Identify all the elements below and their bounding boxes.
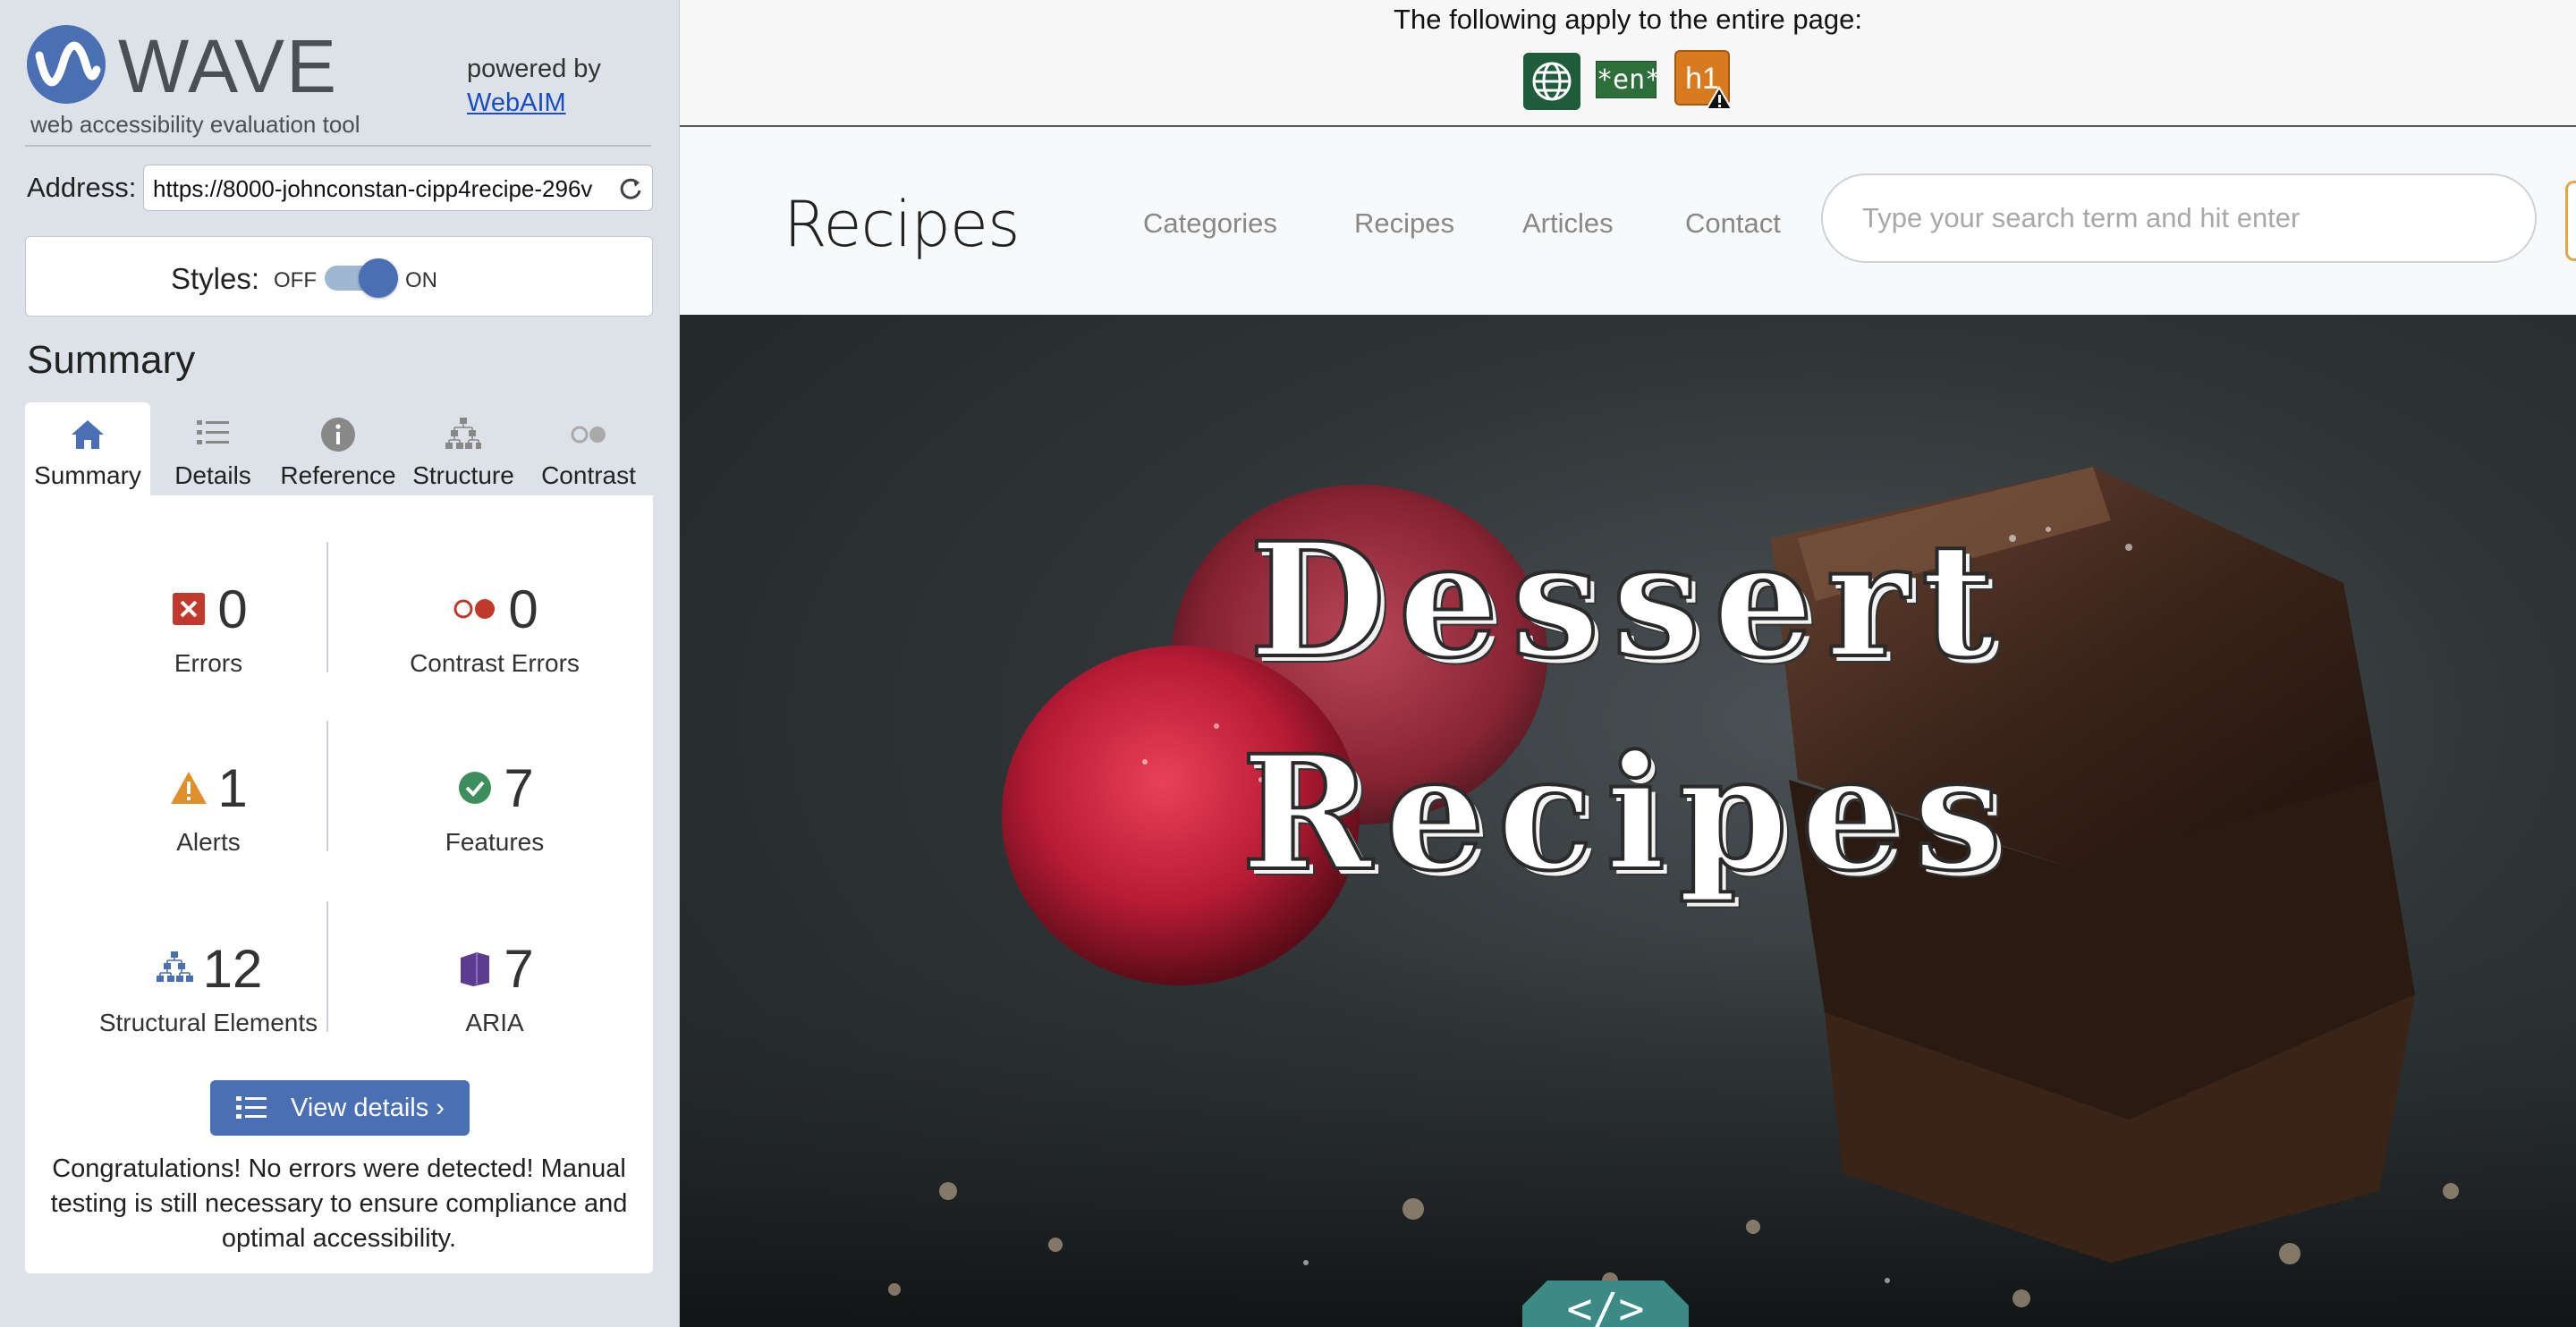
stat-contrast-errors[interactable]: 0 Contrast Errors: [347, 578, 642, 721]
styles-toggle-knob[interactable]: [359, 258, 398, 298]
panel-tabs: Summary Details Reference Structure Cont…: [25, 402, 653, 495]
tab-contrast[interactable]: Contrast: [526, 402, 651, 495]
stat-aria[interactable]: 7 ARIA: [347, 937, 642, 1080]
wave-logo-icon: [27, 25, 106, 104]
structure-icon: [156, 951, 193, 982]
congratulations-message: Congratulations! No errors were detected…: [50, 1154, 628, 1253]
styles-off-label: OFF: [274, 268, 317, 292]
reload-icon[interactable]: [618, 176, 643, 201]
stat-features[interactable]: 7 Features: [347, 756, 642, 900]
tab-summary[interactable]: Summary: [25, 402, 150, 495]
address-label: Address:: [27, 172, 137, 203]
nav-recipes[interactable]: Recipes: [1354, 207, 1454, 240]
language-globe-icon[interactable]: [1522, 52, 1581, 111]
code-toggle-icon[interactable]: </>: [1522, 1281, 1689, 1327]
powered-by: powered by WebAIM: [467, 52, 601, 120]
list-icon: [197, 420, 229, 444]
wave-header: WAVE web accessibility evaluation tool p…: [25, 21, 651, 147]
structure-icon: [445, 418, 481, 449]
styles-toggle-box: Styles: OFF ON: [25, 236, 653, 317]
view-details-label: View details ›: [291, 1093, 445, 1122]
nav-contact[interactable]: Contact: [1685, 207, 1781, 240]
aria-count: 7: [504, 938, 534, 999]
tab-label: Summary: [34, 461, 141, 489]
home-icon: [72, 420, 104, 449]
search-button[interactable]: [2565, 181, 2576, 261]
errors-label: Errors: [174, 649, 243, 677]
nav-articles[interactable]: Articles: [1522, 207, 1614, 240]
contrast-errors-count: 0: [508, 579, 538, 639]
errors-count: 0: [217, 579, 248, 639]
feature-check-icon: [459, 772, 492, 804]
aria-label: ARIA: [465, 1009, 524, 1036]
styles-label: Styles:: [171, 262, 260, 295]
features-label: Features: [445, 828, 545, 856]
hero-title-line2: Recipes: [1240, 719, 2015, 908]
lang-en-icon[interactable]: *en*: [1596, 61, 1661, 98]
alert-triangle-icon: [1705, 86, 1733, 110]
site-logo[interactable]: Recipes: [784, 188, 1020, 261]
tab-reference[interactable]: Reference: [275, 402, 401, 495]
address-row: Address:: [25, 165, 653, 211]
wave-sidebar: WAVE web accessibility evaluation tool p…: [0, 0, 680, 1327]
styles-toggle[interactable]: [325, 258, 398, 298]
stat-divider: [326, 721, 328, 851]
powered-by-text: powered by: [467, 55, 601, 83]
contrast-icon: [571, 426, 606, 444]
search-box: [1821, 173, 2537, 263]
info-icon: [321, 418, 355, 452]
summary-heading: Summary: [27, 338, 196, 382]
stat-structural[interactable]: 12 Structural Elements: [61, 937, 356, 1080]
tab-details[interactable]: Details: [150, 402, 275, 495]
stat-errors[interactable]: 0 Errors: [61, 578, 356, 721]
structural-label: Structural Elements: [98, 1009, 318, 1036]
nav-categories[interactable]: Categories: [1143, 207, 1277, 240]
webaim-link[interactable]: WebAIM: [467, 86, 601, 120]
page-notice-text: The following apply to the entire page:: [1394, 4, 1862, 35]
view-details-button[interactable]: View details ›: [210, 1080, 470, 1136]
summary-panel: 0 Errors 0 Contrast Errors 1 Alerts 7 Fe…: [25, 495, 653, 1273]
styles-on-label: ON: [405, 268, 437, 292]
error-icon: [173, 593, 206, 625]
page-notice-bar: The following apply to the entire page: …: [680, 0, 2576, 127]
wave-tagline: web accessibility evaluation tool: [30, 111, 360, 138]
features-count: 7: [504, 757, 534, 818]
tab-label: Reference: [280, 461, 396, 489]
h1-alert-icon[interactable]: h1: [1674, 50, 1733, 111]
search-input[interactable]: [1862, 200, 2488, 236]
address-box: [143, 165, 653, 211]
contrast-error-icon: [453, 599, 496, 619]
stat-divider: [326, 542, 328, 672]
contrast-errors-label: Contrast Errors: [410, 649, 580, 677]
alerts-label: Alerts: [176, 828, 241, 856]
tab-label: Structure: [412, 461, 514, 489]
wave-title: WAVE: [118, 24, 339, 108]
hero-title-line1: Dessert: [1248, 506, 2007, 695]
stat-alerts[interactable]: 1 Alerts: [61, 756, 356, 900]
evaluated-page: The following apply to the entire page: …: [680, 0, 2576, 1327]
address-input[interactable]: [153, 174, 609, 203]
alerts-count: 1: [217, 757, 248, 818]
aria-icon: [461, 952, 490, 986]
alert-icon: [171, 772, 208, 804]
tab-label: Contrast: [541, 461, 636, 489]
stat-divider: [326, 901, 328, 1032]
tab-structure[interactable]: Structure: [401, 402, 526, 495]
hero-banner: Dessert Recipes </>: [680, 315, 2576, 1327]
site-navbar: Recipes Categories Recipes Articles Cont…: [680, 127, 2576, 315]
list-icon: [236, 1096, 267, 1119]
tab-label: Details: [174, 461, 251, 489]
structural-count: 12: [202, 938, 263, 999]
